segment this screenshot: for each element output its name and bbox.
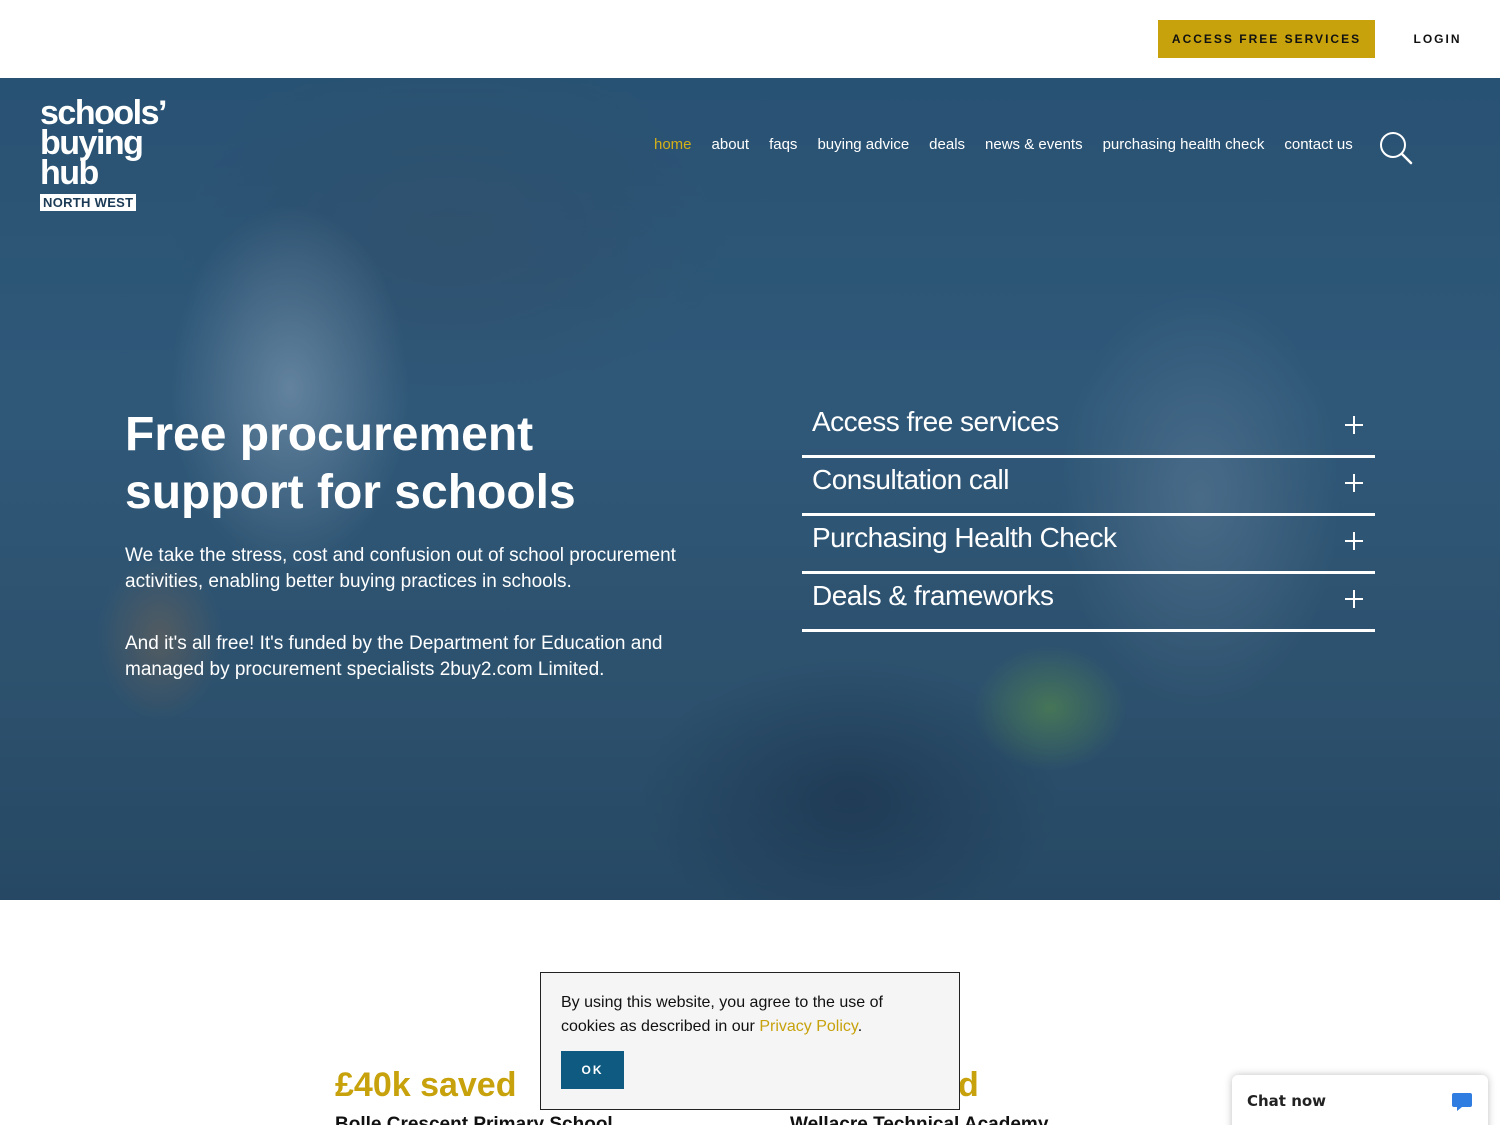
nav-item-faqs[interactable]: faqs bbox=[769, 136, 797, 153]
accordion-label: Consultation call bbox=[812, 464, 1009, 495]
main-nav: home about faqs buying advice deals news… bbox=[654, 136, 1353, 153]
logo-region-badge: NORTH WEST bbox=[40, 194, 137, 211]
top-bar: ACCESS FREE SERVICES LOGIN bbox=[0, 0, 1500, 78]
nav-item-contact-us[interactable]: contact us bbox=[1284, 136, 1352, 153]
chat-bubble-icon bbox=[1452, 1093, 1472, 1111]
nav-item-home[interactable]: home bbox=[654, 136, 692, 153]
cookie-text-end: . bbox=[857, 1018, 863, 1035]
stat-value-1: £40k saved bbox=[335, 1066, 517, 1104]
cookie-ok-button[interactable]: OK bbox=[561, 1051, 624, 1089]
hero-section: schools’ buying hub NORTH WEST home abou… bbox=[0, 78, 1500, 900]
plus-icon bbox=[1345, 474, 1363, 492]
stat-school-2: Wellacre Technical Academy bbox=[790, 1114, 1049, 1125]
nav-item-deals[interactable]: deals bbox=[929, 136, 965, 153]
logo-line-3: hub bbox=[40, 154, 99, 192]
search-icon[interactable] bbox=[1378, 130, 1414, 166]
chat-label: Chat now bbox=[1247, 1092, 1327, 1110]
site-logo[interactable]: schools’ buying hub NORTH WEST bbox=[40, 96, 167, 212]
nav-item-purchasing-health-check[interactable]: purchasing health check bbox=[1103, 136, 1265, 153]
stat-value-2: d bbox=[958, 1066, 979, 1104]
login-link[interactable]: LOGIN bbox=[1400, 20, 1475, 58]
nav-item-about[interactable]: about bbox=[712, 136, 750, 153]
accordion-label: Deals & frameworks bbox=[812, 580, 1054, 611]
hero-paragraph-2: And it's all free! It's funded by the De… bbox=[125, 633, 663, 680]
hero-paragraph-1: We take the stress, cost and confusion o… bbox=[125, 545, 676, 592]
accordion-purchasing-health-check[interactable]: Purchasing Health Check bbox=[802, 516, 1375, 574]
accordion-access-free-services[interactable]: Access free services bbox=[802, 400, 1375, 458]
accordion-label: Access free services bbox=[812, 406, 1059, 437]
stat-school-1: Bolle Crescent Primary School bbox=[335, 1114, 613, 1125]
cookie-text: By using this website, you agree to the … bbox=[561, 991, 939, 1039]
hero-title: Free procurement support for schools bbox=[125, 408, 576, 519]
plus-icon bbox=[1345, 532, 1363, 550]
nav-item-buying-advice[interactable]: buying advice bbox=[817, 136, 909, 153]
plus-icon bbox=[1345, 416, 1363, 434]
plus-icon bbox=[1345, 590, 1363, 608]
chat-widget[interactable]: Chat now bbox=[1232, 1075, 1488, 1125]
accordion-label: Purchasing Health Check bbox=[812, 522, 1117, 553]
privacy-policy-link[interactable]: Privacy Policy bbox=[759, 1018, 857, 1035]
accordion-consultation-call[interactable]: Consultation call bbox=[802, 458, 1375, 516]
nav-item-news-events[interactable]: news & events bbox=[985, 136, 1083, 153]
cookie-notice: By using this website, you agree to the … bbox=[540, 972, 960, 1110]
access-free-services-button[interactable]: ACCESS FREE SERVICES bbox=[1158, 20, 1375, 58]
accordion-deals-frameworks[interactable]: Deals & frameworks bbox=[802, 574, 1375, 632]
